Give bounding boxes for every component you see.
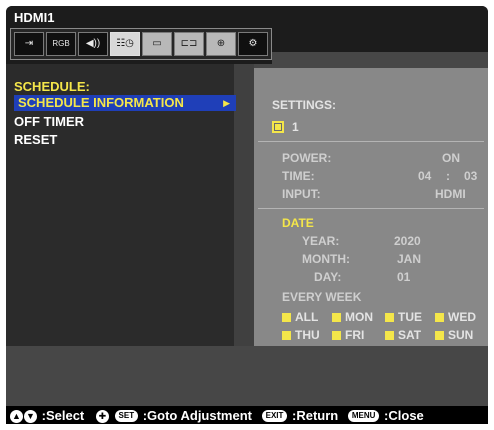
time-label: TIME:	[282, 169, 315, 183]
menu-item-reset[interactable]: RESET	[14, 132, 57, 147]
return-hint: :Return	[292, 407, 339, 423]
menu-button-icon: MENU	[347, 409, 380, 422]
menu-item-off-timer[interactable]: OFF TIMER	[14, 114, 84, 129]
up-down-arrows-icon: ▲ ▼	[10, 407, 38, 424]
time-hour: 04	[418, 169, 432, 183]
day-label: DAY:	[314, 270, 342, 284]
chevron-right-icon: ▶	[223, 98, 230, 108]
picture-icon[interactable]: RGB	[46, 32, 76, 56]
menu-item-label: SCHEDULE INFORMATION	[18, 95, 184, 110]
exit-button-icon: EXIT	[261, 409, 288, 422]
input-name: HDMI1	[14, 10, 55, 25]
month-value: JAN	[397, 252, 422, 266]
system-icon[interactable]: ⚙	[238, 32, 268, 56]
time-minute: 03	[464, 169, 478, 183]
power-value: ON	[442, 151, 460, 165]
plus-minus-icon: ✚	[95, 407, 110, 424]
day-label-sat: SAT	[398, 328, 422, 342]
day-label-tue: TUE	[398, 310, 422, 324]
month-label: MONTH:	[302, 252, 350, 266]
close-hint: :Close	[384, 407, 424, 423]
day-checkbox-mon[interactable]	[332, 313, 341, 322]
goto-hint: :Goto Adjustment	[142, 407, 252, 423]
audio-icon[interactable]: ◀))	[78, 32, 108, 56]
divider	[258, 141, 484, 142]
day-checkbox-thu[interactable]	[282, 331, 291, 340]
input-value: HDMI	[435, 187, 466, 201]
menu-icon-bar: ⇥ RGB ◀)) ☷◷ ▭ ⊏⊐ ⊕ ⚙	[10, 28, 272, 60]
day-checkbox-sat[interactable]	[385, 331, 394, 340]
schedule-checkbox[interactable]	[272, 121, 284, 133]
day-label-mon: MON	[345, 310, 373, 324]
protect-icon[interactable]: ⊕	[206, 32, 236, 56]
day-checkbox-tue[interactable]	[385, 313, 394, 322]
time-separator: :	[446, 169, 450, 183]
slideshow-icon[interactable]: ▭	[142, 32, 172, 56]
day-value: 01	[397, 270, 411, 284]
settings-heading: SETTINGS:	[272, 98, 337, 112]
menu-pane-strip	[234, 64, 254, 346]
input-label: INPUT:	[282, 187, 321, 201]
day-checkbox-all[interactable]	[282, 313, 291, 322]
header-spacer	[272, 52, 488, 64]
schedule-number: 1	[292, 120, 299, 134]
every-week-label: EVERY WEEK	[282, 290, 362, 304]
day-label-all: ALL	[295, 310, 319, 324]
year-label: YEAR:	[302, 234, 340, 248]
network-icon[interactable]: ⊏⊐	[174, 32, 204, 56]
select-hint: :Select	[41, 407, 85, 423]
schedule-icon[interactable]: ☷◷	[110, 32, 140, 56]
day-label-fri: FRI	[345, 328, 365, 342]
osd-bottom-area	[6, 346, 488, 406]
divider	[258, 208, 484, 209]
year-value: 2020	[394, 234, 421, 248]
day-label-sun: SUN	[448, 328, 474, 342]
day-checkbox-fri[interactable]	[332, 331, 341, 340]
osd-window: HDMI1 ⇥ RGB ◀)) ☷◷ ▭ ⊏⊐ ⊕ ⚙ SCHEDULE: SC…	[6, 6, 488, 424]
day-checkbox-wed[interactable]	[435, 313, 444, 322]
button-guide: ▲ ▼ :Select ✚ SET :Goto Adjustment EXIT :…	[6, 406, 488, 424]
power-label: POWER:	[282, 151, 332, 165]
input-icon[interactable]: ⇥	[14, 32, 44, 56]
day-label-thu: THU	[295, 328, 320, 342]
date-heading: DATE	[282, 216, 314, 230]
menu-title: SCHEDULE:	[14, 79, 90, 94]
day-checkbox-sun[interactable]	[435, 331, 444, 340]
settings-panel: SETTINGS: 1 POWER: ON TIME: 04 : 03 INPU…	[254, 68, 488, 346]
day-label-wed: WED	[448, 310, 476, 324]
menu-item-schedule-information[interactable]: SCHEDULE INFORMATION ▶	[14, 95, 236, 111]
set-button-icon: SET	[114, 409, 139, 422]
